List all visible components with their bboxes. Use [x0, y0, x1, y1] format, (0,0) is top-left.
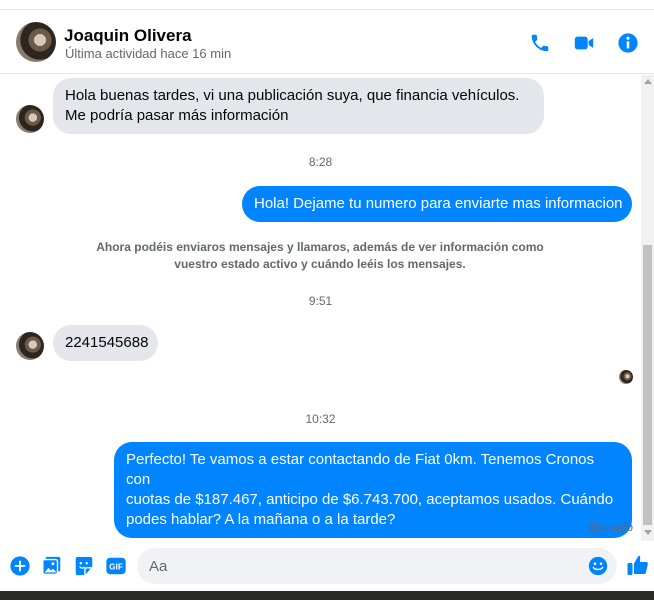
photo-icon	[42, 556, 61, 575]
contact-avatar-small[interactable]	[16, 105, 44, 133]
conversation-info-button[interactable]	[616, 31, 640, 55]
sticker-icon	[75, 557, 93, 576]
phone-call-button[interactable]	[528, 31, 552, 55]
info-icon	[618, 33, 638, 53]
message-line: cuotas de $187.467, anticipo de $6.743.7…	[126, 491, 614, 508]
message-composer: GIF	[0, 541, 654, 591]
message-line: Hola buenas tardes, vi una publicación s…	[65, 87, 520, 104]
contact-avatar[interactable]	[16, 22, 56, 62]
message-timestamp: 8:28	[308, 155, 333, 169]
message-list[interactable]: Hola buenas tardes, vi una publicación s…	[0, 75, 641, 541]
system-notice-line: Ahora podéis enviaros mensajes y llamaro…	[96, 240, 544, 254]
video-call-button[interactable]	[572, 31, 596, 55]
system-notice: Ahora podéis enviaros mensajes y llamaro…	[90, 239, 550, 273]
seen-receipt-avatar	[619, 370, 633, 384]
incoming-message[interactable]: Hola buenas tardes, vi una publicación s…	[53, 78, 544, 134]
message-line: 2241545688	[65, 334, 149, 351]
message-line: Hola! Dejame tu numero para enviarte mas…	[254, 195, 623, 212]
conversation-header: Joaquin Olivera Última actividad hace 16…	[0, 10, 654, 74]
sticker-button[interactable]	[72, 554, 96, 578]
gif-icon: GIF	[106, 557, 126, 575]
more-actions-button[interactable]	[8, 554, 32, 578]
like-icon	[627, 555, 648, 575]
message-line: Perfecto! Te vamos a estar contactando d…	[126, 451, 595, 488]
send-like-button[interactable]	[626, 553, 650, 577]
message-line: Me podría pasar más información	[65, 107, 289, 124]
message-input-container[interactable]	[137, 548, 617, 584]
message-timestamp: 9:51	[308, 294, 333, 308]
contact-avatar-small[interactable]	[16, 332, 44, 360]
add-icon	[10, 556, 30, 576]
message-sent-status: Enviado	[589, 520, 633, 534]
emoji-icon[interactable]	[587, 555, 609, 577]
phone-icon	[531, 34, 549, 52]
gif-label: GIF	[109, 563, 123, 572]
message-line: podes hablar? A la mañana o a la tarde?	[126, 511, 396, 528]
outgoing-message[interactable]: Hola! Dejame tu numero para enviarte mas…	[242, 186, 632, 222]
gif-button[interactable]: GIF	[104, 554, 128, 578]
outgoing-message[interactable]: Perfecto! Te vamos a estar contactando d…	[114, 442, 632, 538]
video-call-icon	[574, 36, 594, 50]
desktop-taskbar-edge	[0, 591, 654, 600]
scroll-up-arrow-icon[interactable]	[644, 79, 652, 84]
system-notice-line: vuestro estado activo y cuándo leéis los…	[174, 257, 466, 271]
top-edge	[0, 0, 654, 10]
contact-status: Última actividad hace 16 min	[65, 46, 232, 61]
contact-name[interactable]: Joaquin Olivera	[64, 26, 192, 46]
message-timestamp: 10:32	[305, 412, 336, 426]
incoming-message[interactable]: 2241545688	[53, 325, 158, 361]
attach-photo-button[interactable]	[40, 554, 64, 578]
scrollbar-thumb[interactable]	[643, 245, 652, 525]
message-input[interactable]	[149, 556, 579, 576]
chat-scrollbar[interactable]	[641, 75, 654, 541]
scroll-down-arrow-icon[interactable]	[644, 530, 652, 535]
